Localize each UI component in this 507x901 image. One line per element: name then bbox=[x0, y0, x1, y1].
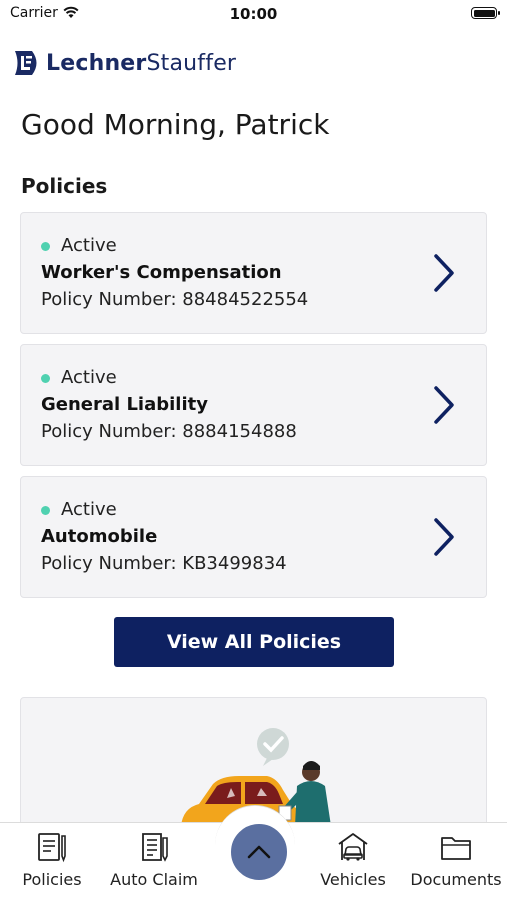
policy-status: Active bbox=[61, 235, 117, 256]
brand-name-primary: Lechner bbox=[46, 50, 147, 76]
chevron-right-icon[interactable] bbox=[431, 385, 457, 425]
tab-label: Auto Claim bbox=[110, 870, 198, 889]
active-status-dot bbox=[41, 242, 50, 251]
policy-number: Policy Number: 8884154888 bbox=[41, 421, 297, 442]
tab-vehicles[interactable]: Vehicles bbox=[308, 822, 398, 900]
tab-policies[interactable]: Policies bbox=[12, 822, 92, 900]
battery-icon bbox=[471, 7, 500, 19]
tab-label: Documents bbox=[410, 870, 502, 889]
active-status-dot bbox=[41, 374, 50, 383]
clock-time: 10:00 bbox=[229, 5, 278, 23]
tab-label: Policies bbox=[22, 870, 82, 889]
policy-card-automobile[interactable]: Active Automobile Policy Number: KB34998… bbox=[20, 476, 487, 598]
policy-status: Active bbox=[61, 499, 117, 520]
car-garage-icon bbox=[338, 833, 368, 861]
policy-card-general-liability[interactable]: Active General Liability Policy Number: … bbox=[20, 344, 487, 466]
claim-form-icon bbox=[142, 833, 168, 862]
policy-number: Policy Number: KB3499834 bbox=[41, 553, 287, 574]
tab-documents[interactable]: Documents bbox=[408, 822, 504, 900]
brand-logo: Lechner Stauffer bbox=[12, 48, 236, 78]
folder-icon bbox=[441, 837, 471, 860]
status-bar: Carrier 10:00 bbox=[0, 0, 507, 28]
policy-status: Active bbox=[61, 367, 117, 388]
view-all-policies-button[interactable]: View All Policies bbox=[114, 617, 394, 667]
chevron-up-icon bbox=[247, 845, 271, 859]
tab-auto-claim[interactable]: Auto Claim bbox=[104, 822, 204, 900]
policy-name: General Liability bbox=[41, 394, 208, 415]
brand-mark-icon bbox=[15, 51, 37, 75]
tab-label: Vehicles bbox=[320, 870, 386, 889]
policies-section-title: Policies bbox=[21, 174, 108, 198]
policy-name: Automobile bbox=[41, 526, 158, 547]
greeting-heading: Good Morning, Patrick bbox=[21, 108, 330, 141]
document-pen-icon bbox=[38, 833, 66, 863]
chevron-right-icon[interactable] bbox=[431, 253, 457, 293]
policy-name: Worker's Compensation bbox=[41, 262, 282, 283]
chevron-right-icon[interactable] bbox=[431, 517, 457, 557]
policy-card-workers-compensation[interactable]: Active Worker's Compensation Policy Numb… bbox=[20, 212, 487, 334]
policy-number: Policy Number: 88484522554 bbox=[41, 289, 309, 310]
brand-name-secondary: Stauffer bbox=[146, 50, 237, 76]
expand-menu-button[interactable] bbox=[227, 820, 291, 884]
active-status-dot bbox=[41, 506, 50, 515]
